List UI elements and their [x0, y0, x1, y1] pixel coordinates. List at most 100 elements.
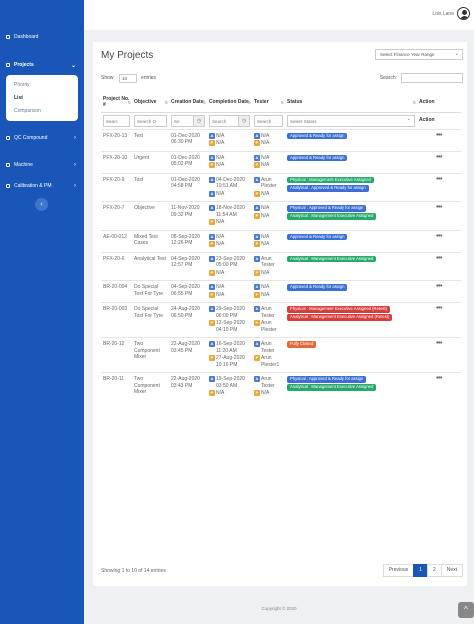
table-row[interactable]: PFX-20-9 Test 01-Dec-2020 04:58 PM A 04-Dec-… — [101, 172, 461, 202]
sidebar-item-dashboard[interactable]: Dashboard — [0, 28, 84, 46]
column-header[interactable]: Action — [417, 92, 461, 113]
more-actions-icon[interactable]: ••• — [419, 305, 459, 312]
column-filter-input[interactable]: Search ◷ — [209, 114, 250, 127]
calendar-icon[interactable]: ◷ — [238, 115, 249, 126]
table-row[interactable]: BR-20-003 Do Special Test For Tyre 24-Aug-… — [101, 302, 461, 338]
more-actions-icon[interactable]: ••• — [419, 255, 459, 262]
table-row[interactable]: PFX-20-10 Urgent 01-Dec-2020 05:02 PM A N/A P… — [101, 150, 461, 173]
more-actions-icon[interactable]: ••• — [419, 283, 459, 290]
column-filter-input[interactable]: Se ◷ — [171, 114, 205, 127]
sort-icon[interactable]: ⇅ — [413, 100, 416, 106]
pager-next-button[interactable]: Next — [440, 564, 463, 577]
cell-no: PFX-20-10 — [101, 150, 132, 173]
pagination: Previous 1 2 Next — [382, 564, 463, 577]
calendar-icon[interactable]: ◷ — [193, 115, 204, 126]
column-header[interactable]: Completion Date ⇅ — [207, 92, 252, 113]
sort-icon[interactable]: ⇅ — [248, 100, 251, 106]
more-actions-icon[interactable]: ••• — [419, 375, 459, 382]
chevron-right-icon: › — [74, 162, 76, 168]
physical-icon: P — [209, 269, 215, 276]
cell-tester: A N/A P N/A — [252, 229, 285, 252]
objective-text: Objective — [134, 205, 155, 211]
entries-select[interactable]: 10 — [119, 74, 137, 83]
project-number: PFX-20-9 — [103, 176, 125, 183]
column-header[interactable]: Tester ⇅ — [252, 92, 285, 113]
more-actions-icon[interactable]: ••• — [419, 340, 459, 347]
sidebar-item-machine[interactable]: Machine › — [0, 156, 84, 174]
physical-icon: P — [254, 320, 260, 327]
cell-action: ••• — [417, 337, 461, 373]
more-actions-icon[interactable]: ••• — [419, 132, 459, 139]
cell-no: PFX-20-6 — [101, 251, 132, 281]
tester-value: Arun Tester — [261, 376, 275, 389]
completion-value: N/A — [216, 219, 225, 225]
completion-value: N/A — [216, 269, 225, 276]
table-row[interactable]: PFX-20-13 Test 01-Dec-2020 06:30 PM A N/A P N/… — [101, 128, 461, 151]
analytical-icon: A — [209, 190, 215, 197]
completion-entry: P N/A — [209, 390, 250, 397]
column-header[interactable]: Objective ⇅ — [132, 92, 169, 113]
sort-icon[interactable]: ⇅ — [165, 100, 168, 106]
cell-tester: A Arun Tester P N/A — [252, 372, 285, 401]
sidebar-item-projects[interactable]: Projects ⌄ — [0, 56, 84, 74]
cell-action: ••• — [417, 251, 461, 281]
scroll-top-button[interactable]: ^ — [458, 602, 474, 618]
column-header[interactable]: Status ⇅ — [285, 92, 417, 113]
sort-icon[interactable]: ⇅ — [128, 100, 131, 106]
analytical-icon: A — [209, 132, 215, 139]
more-actions-icon[interactable]: ••• — [419, 176, 459, 183]
physical-icon: P — [254, 291, 260, 298]
filter-placeholder: Select Status — [290, 118, 317, 124]
tester-value: N/A — [261, 205, 270, 211]
submenu-item-priority[interactable]: Priority — [14, 82, 30, 88]
submenu-item-list[interactable]: List — [14, 95, 23, 101]
more-actions-icon[interactable]: ••• — [419, 233, 459, 240]
completion-entry: A N/A — [209, 284, 250, 291]
completion-entry: P N/A — [209, 162, 250, 169]
user-name[interactable]: Lois Lane — [432, 11, 454, 17]
column-header[interactable]: Creation Date ⇅ — [169, 92, 207, 113]
analytical-icon: A — [209, 306, 215, 313]
column-filter-input[interactable]: Search — [254, 114, 283, 127]
finance-year-select[interactable]: Select Finance Year Range — [375, 49, 463, 60]
table-row[interactable]: PFX-20-7 Objective 11-Nov-2020 09:32 PM A 18… — [101, 201, 461, 230]
analytical-icon: A — [254, 376, 260, 383]
column-header[interactable]: Project No. # ⇅ — [101, 92, 132, 113]
cell-status: Approved & Ready for assign — [285, 280, 417, 303]
cell-tester: A Arun Tester P N/A — [252, 251, 285, 281]
project-number: BR-20-004 — [103, 284, 128, 290]
pager-page-2[interactable]: 2 — [426, 564, 442, 577]
pager-page-1[interactable]: 1 — [413, 564, 428, 577]
cell-objective: Mixed Test Cases — [132, 229, 169, 252]
table-row[interactable]: BR-20-004 Do Special Test For Tyre 04-Sep-… — [101, 280, 461, 303]
table-row[interactable]: PFX-20-6 Analytical Test 04-Sep-2020 12:57… — [101, 251, 461, 281]
sort-icon[interactable]: ⇅ — [281, 100, 284, 106]
completion-value: 29-Sep-2020 06:00 PM — [216, 306, 245, 319]
sidebar-item-qc-compound[interactable]: QC Compound › — [0, 129, 84, 147]
table-row[interactable]: AE-00-012 Mixed Test Cases 08-Sep-2020 12:… — [101, 229, 461, 252]
column-filter-input[interactable]: Search O — [134, 114, 167, 127]
cell-created: 22-Aug-2020 03:45 PM — [169, 337, 207, 373]
cell-objective: Test — [132, 128, 169, 151]
pager-previous-button[interactable]: Previous — [382, 564, 415, 577]
sort-icon[interactable]: ⇅ — [203, 100, 206, 106]
sidebar-item-calibration[interactable]: Calibration & PM › — [0, 177, 84, 195]
cell-tester: A Arun Tester P Arun Plester — [252, 302, 285, 338]
collapse-sidebar-button[interactable]: ‹ — [35, 198, 48, 211]
more-actions-icon[interactable]: ••• — [419, 154, 459, 161]
status-filter-select[interactable]: Select Status — [287, 114, 415, 127]
column-filter-input[interactable]: Searc — [103, 114, 130, 127]
completion-value: N/A — [216, 132, 225, 139]
cell-action: ••• — [417, 280, 461, 303]
more-actions-icon[interactable]: ••• — [419, 204, 459, 211]
completion-value: N/A — [216, 233, 225, 240]
table-row[interactable]: BR-20-11 Two Component Mixer 22-Aug-2020 0… — [101, 372, 461, 401]
user-avatar-icon[interactable] — [457, 7, 470, 20]
submenu-item-comparison[interactable]: Comparison — [14, 108, 41, 114]
objective-text: Two Component Mixer — [134, 376, 160, 395]
completion-value: N/A — [216, 190, 225, 197]
objective-text: Analytical Test — [134, 255, 166, 262]
physical-icon: P — [209, 320, 215, 327]
search-input[interactable] — [401, 73, 463, 83]
table-row[interactable]: BR-20-12 Two Component Mixer 22-Aug-2020 0… — [101, 337, 461, 373]
